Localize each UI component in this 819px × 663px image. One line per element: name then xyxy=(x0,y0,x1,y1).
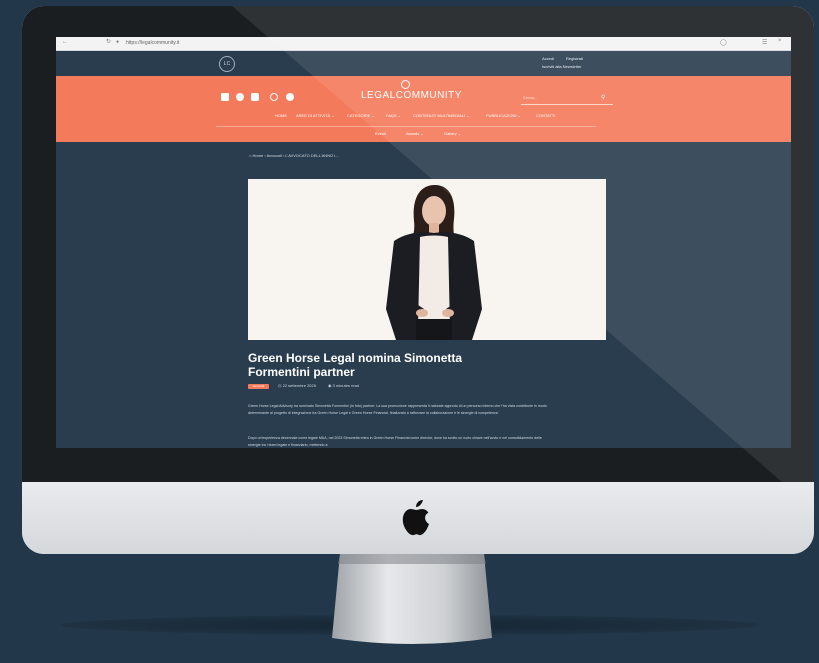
tab-menu-icon[interactable]: ◯ xyxy=(720,39,727,46)
breadcrumb-home[interactable]: Home xyxy=(253,153,264,158)
linkedin-icon[interactable] xyxy=(221,93,229,101)
article-paragraph: Dopo un'esperienza decennale come legale… xyxy=(248,436,542,447)
youtube-icon[interactable] xyxy=(251,93,259,101)
nav-gallery[interactable]: Gallery ⌄ xyxy=(444,131,461,136)
site-header: LEGALCOMMUNITY Cerca... ⚲ HOME AREE DI A… xyxy=(56,76,791,142)
article-title: Green Horse Legal nomina Simonetta Forme… xyxy=(248,351,463,379)
close-icon[interactable]: × xyxy=(778,38,782,44)
instagram-icon[interactable] xyxy=(270,93,278,101)
imac-monitor: ← ↻ ● https://legalcommunity.it ◯ ☰ × LC… xyxy=(22,6,814,554)
breadcrumb-current: L'AVVOCATO DELL'ANNO I... xyxy=(285,153,339,158)
site-brand[interactable]: LEGALCOMMUNITY xyxy=(361,90,462,101)
portrait-illustration xyxy=(386,185,482,340)
article-paragraph: Green Horse Legal Advisory ha nominato S… xyxy=(248,404,547,415)
browser-window: ← ↻ ● https://legalcommunity.it ◯ ☰ × LC… xyxy=(56,37,791,448)
article-date-text: 22 settembre 2025 xyxy=(282,383,316,388)
apple-logo-icon xyxy=(402,500,429,536)
nav-aree[interactable]: AREE DI ATTIVITÀ ⌄ xyxy=(296,113,335,118)
lock-icon: ● xyxy=(116,39,120,45)
nav-categorie[interactable]: CATEGORIE ⌄ xyxy=(347,113,375,118)
breadcrumb-category[interactable]: Avvocati xyxy=(267,153,282,158)
category-badge-label: Avvocati xyxy=(252,384,265,388)
eye-icon: ◉ xyxy=(328,383,332,388)
nav-awards[interactable]: Awards ⌄ xyxy=(406,131,424,136)
monitor-chin xyxy=(22,482,814,554)
nav-contenuti[interactable]: CONTENUTI MULTIMEDIALI ⌄ xyxy=(413,113,470,118)
article-hero-image xyxy=(248,179,606,340)
facebook-icon[interactable] xyxy=(286,93,294,101)
nav-contatti[interactable]: CONTATTI xyxy=(536,113,555,118)
extensions-icon[interactable]: ☰ xyxy=(762,39,767,46)
home-icon[interactable]: ⌂ xyxy=(249,153,251,158)
category-badge[interactable]: Avvocati xyxy=(248,384,269,389)
breadcrumb: ⌂ Home › Avvocati › L'AVVOCATO DELL'ANNO… xyxy=(249,153,339,158)
site-top-bar: LC Accedi Registrati Iscriviti alla News… xyxy=(56,51,791,76)
search-input[interactable]: Cerca... ⚲ xyxy=(521,94,613,105)
article-date: ◷ 22 settembre 2025 xyxy=(278,383,316,388)
monitor-bezel: ← ↻ ● https://legalcommunity.it ◯ ☰ × LC… xyxy=(22,6,814,482)
read-time-text: 3 minutes read xyxy=(332,383,360,388)
login-link[interactable]: Accedi xyxy=(542,56,554,61)
register-link[interactable]: Registrati xyxy=(566,56,583,61)
brand-logo-icon xyxy=(401,80,410,89)
nav-faqs[interactable]: FAQS ⌄ xyxy=(386,113,401,118)
address-bar[interactable]: https://legalcommunity.it xyxy=(126,39,306,48)
newsletter-link[interactable]: Iscriviti alla Newsletter xyxy=(542,64,582,69)
back-icon[interactable]: ← xyxy=(62,39,68,45)
nav-divider xyxy=(216,126,596,127)
search-placeholder: Cerca... xyxy=(523,95,538,100)
monitor-stand xyxy=(332,554,492,644)
clock-icon: ◷ xyxy=(278,383,282,388)
read-time: ◉ 3 minutes read xyxy=(328,383,359,388)
browser-toolbar: ← ↻ ● https://legalcommunity.it ◯ ☰ × xyxy=(56,37,791,51)
site-logo-mark[interactable]: LC xyxy=(219,56,235,72)
search-icon[interactable]: ⚲ xyxy=(601,94,605,101)
nav-pubblicazioni[interactable]: PUBBLICAZIONI ⌄ xyxy=(486,113,521,118)
reload-icon[interactable]: ↻ xyxy=(106,38,111,45)
nav-eventi[interactable]: Eventi xyxy=(375,131,386,136)
nav-home[interactable]: HOME xyxy=(275,113,287,118)
twitter-icon[interactable] xyxy=(236,93,244,101)
